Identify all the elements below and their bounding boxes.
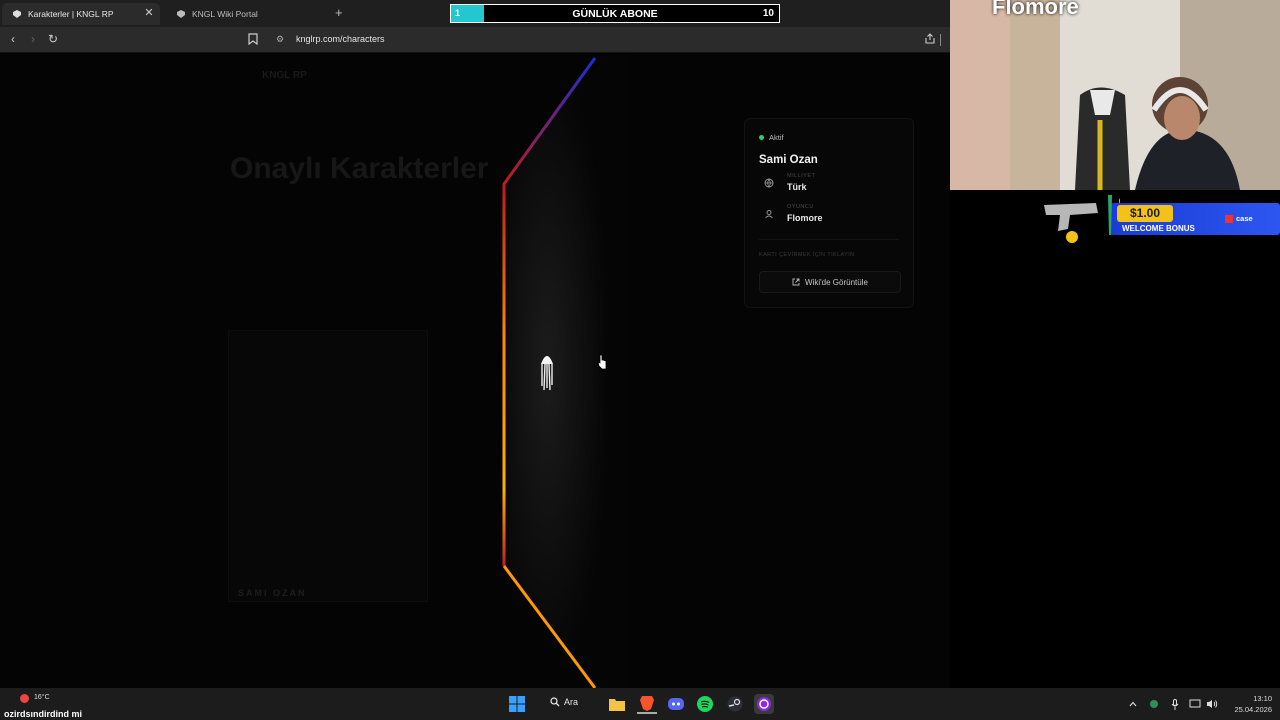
flipping-card[interactable] xyxy=(500,54,635,689)
ad-brand: case xyxy=(1225,214,1253,224)
tab-label: KNGL Wiki Portal xyxy=(192,9,258,19)
weather-temp: 16°C xyxy=(34,694,50,701)
character-info-panel: Aktif Sami Ozan MILLIYET Türk OYUNCU Flo… xyxy=(744,118,914,308)
character-name: Sami Ozan xyxy=(759,154,818,166)
screen: Karakterler | KNGL RP ✕ KNGL Wiki Portal… xyxy=(0,0,1280,720)
microphone-icon[interactable] xyxy=(1165,694,1185,714)
status-badge: Aktif xyxy=(759,133,784,142)
search-icon xyxy=(550,697,560,707)
panel-divider xyxy=(759,239,899,240)
weather-desc: ozirdsındirdind mi xyxy=(4,709,82,719)
chevron-up-icon[interactable] xyxy=(1123,694,1143,714)
address-bar: ‹ › ↻ ⚙ knglrp.com/characters xyxy=(0,27,950,53)
status-dot xyxy=(759,135,764,140)
volume-icon[interactable] xyxy=(1202,694,1222,714)
user-icon xyxy=(759,204,779,224)
jellyfish-logo-icon xyxy=(540,352,554,395)
forward-icon[interactable]: › xyxy=(25,32,41,46)
flip-hint: KARTI ÇEVİRMEK İÇİN TIKLAYIN xyxy=(759,252,855,258)
ad-bonus-text: WELCOME BONUS xyxy=(1122,224,1195,233)
character-card[interactable] xyxy=(228,330,428,602)
new-tab-icon[interactable]: + xyxy=(335,5,343,20)
webcam-feed xyxy=(950,0,1280,190)
site-logo[interactable]: KNGL RP xyxy=(262,70,307,81)
tab-label: Karakterler | KNGL RP xyxy=(28,9,114,19)
hand-cursor-icon xyxy=(597,354,607,375)
discord-icon[interactable] xyxy=(666,694,686,714)
globe-icon xyxy=(759,173,779,193)
spotify-icon[interactable] xyxy=(695,694,715,714)
start-icon[interactable] xyxy=(507,694,527,714)
subscriber-goal-bar: 1 GÜNLÜK ABONE 10 xyxy=(450,4,780,23)
view-on-wiki-button[interactable]: Wiki'de Görüntüle xyxy=(759,271,901,293)
toolbar-divider xyxy=(940,34,941,46)
tray-app-icon[interactable] xyxy=(1144,694,1164,714)
notification-badge-icon xyxy=(20,694,29,703)
clock-time: 13:10 xyxy=(1253,694,1272,703)
share-icon[interactable] xyxy=(924,32,936,50)
gun-knife-icon xyxy=(1044,195,1120,243)
site-settings-icon[interactable]: ⚙ xyxy=(276,34,284,45)
goal-title: GÜNLÜK ABONE xyxy=(572,8,658,20)
player-value: Flomore xyxy=(787,213,823,223)
nationality-value: Türk xyxy=(787,182,807,192)
external-link-icon xyxy=(792,278,800,286)
kngl-favicon-icon xyxy=(12,9,22,19)
goal-target: 10 xyxy=(762,8,774,19)
tab-wiki[interactable]: KNGL Wiki Portal xyxy=(166,3,336,25)
bookmark-icon[interactable] xyxy=(248,32,258,50)
nationality-label: MILLIYET xyxy=(787,173,816,179)
streamer-name: Flomore xyxy=(992,0,1079,19)
taskbar-search[interactable]: Ara xyxy=(550,697,578,707)
reload-icon[interactable]: ↻ xyxy=(45,32,61,46)
card-character-name: SAMI OZAN xyxy=(238,588,307,598)
obs-icon[interactable] xyxy=(754,694,774,714)
player-label: OYUNCU xyxy=(787,204,814,210)
taskbar: 16°C ozirdsındirdind mi Ara 13:10 25.04.… xyxy=(0,688,1280,720)
brand-cube-icon xyxy=(1225,215,1233,224)
kngl-favicon-icon xyxy=(176,9,186,19)
clock[interactable]: 13:10 25.04.2026 xyxy=(1234,693,1272,715)
file-explorer-icon[interactable] xyxy=(607,694,627,714)
clock-date: 25.04.2026 xyxy=(1234,705,1272,714)
page-title: Onaylı Karakterler xyxy=(230,152,489,185)
nationality-row: MILLIYET Türk xyxy=(759,173,815,193)
close-tab-icon[interactable]: ✕ xyxy=(142,6,156,19)
url-field[interactable]: knglrp.com/characters xyxy=(296,34,385,44)
brave-browser-icon[interactable] xyxy=(637,694,657,714)
ad-price: $1.00 xyxy=(1117,205,1173,222)
player-row: OYUNCU Flomore xyxy=(759,204,823,224)
back-icon[interactable]: ‹ xyxy=(5,32,21,46)
steam-icon[interactable] xyxy=(725,694,745,714)
tab-characters[interactable]: Karakterler | KNGL RP ✕ xyxy=(2,3,160,25)
